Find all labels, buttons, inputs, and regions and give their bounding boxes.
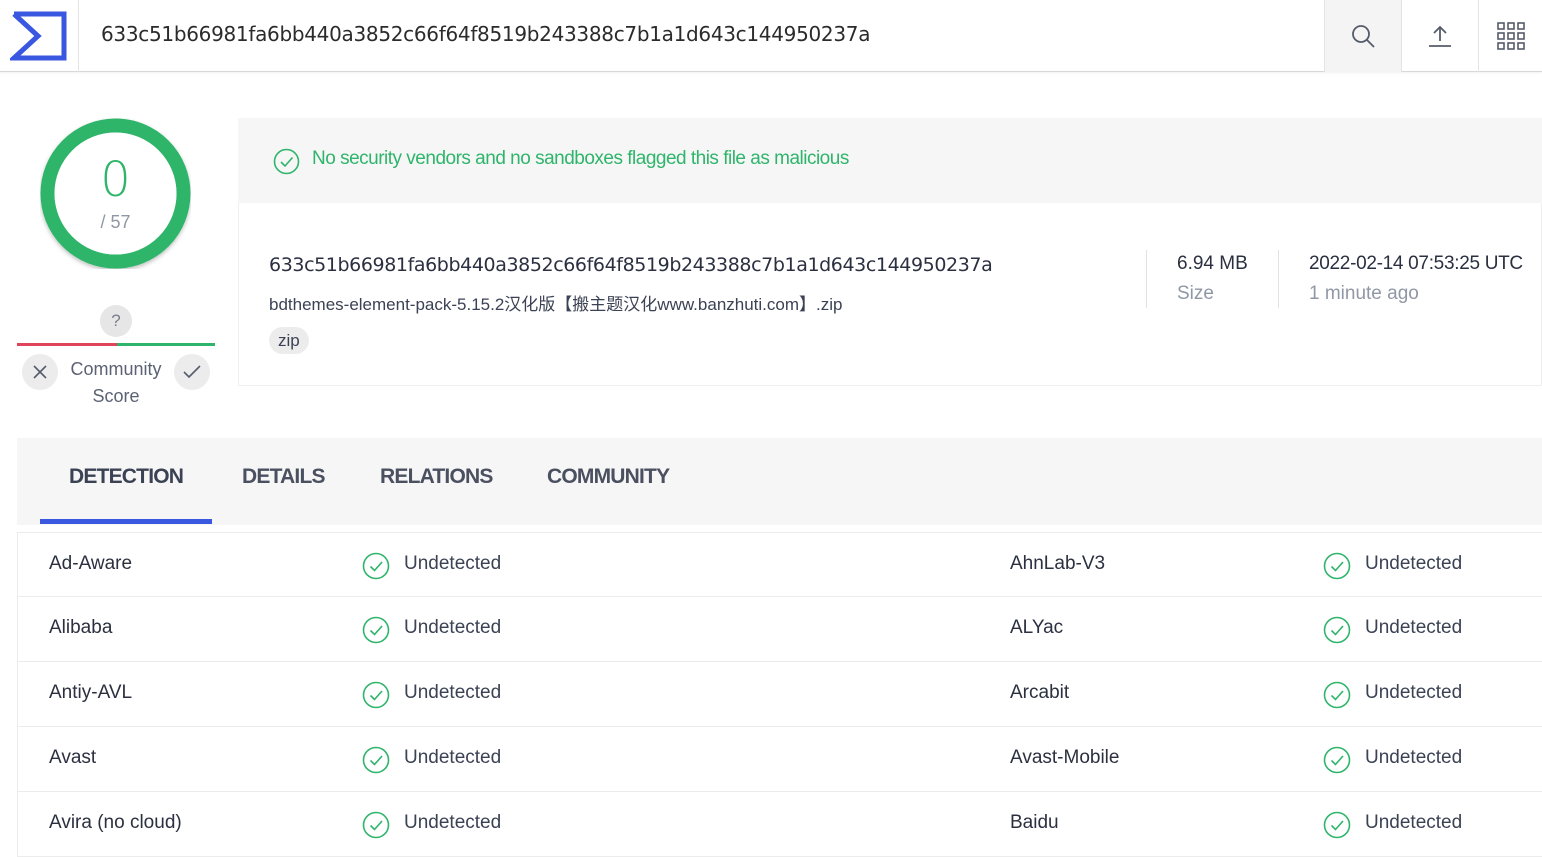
tab-community[interactable]: COMMUNITY <box>547 465 670 489</box>
divider <box>1278 250 1279 308</box>
check-circle-icon <box>273 148 300 175</box>
vendor-name: Avira (no cloud) <box>49 812 182 833</box>
detection-status: Undetected <box>1365 812 1463 833</box>
table-row: Antiy-AVL Undetected Arcabit Undetected <box>18 662 1542 727</box>
community-score-label: Community Score <box>70 359 162 406</box>
vendor-name: Avast-Mobile <box>1010 747 1120 768</box>
community-bar-positive <box>117 343 215 346</box>
table-row: Avira (no cloud) Undetected Baidu Undetecte… <box>18 792 1542 857</box>
check-circle-icon <box>1323 746 1351 779</box>
table-row: Alibaba Undetected ALYac Undetected <box>18 597 1542 662</box>
check-circle-icon <box>362 616 390 649</box>
apps-menu-button[interactable] <box>1478 0 1542 72</box>
vendor-name: Avast <box>49 747 97 768</box>
detection-status: Undetected <box>404 553 502 574</box>
file-size-label: Size <box>1177 283 1214 304</box>
detections-table: Ad-Aware Undetected AhnLab-V3 Undetected Ali… <box>17 532 1542 857</box>
search-button[interactable] <box>1324 0 1401 72</box>
check-circle-icon <box>362 811 390 844</box>
vendor-name: Antiy-AVL <box>49 682 133 703</box>
upload-button[interactable] <box>1401 0 1478 72</box>
vendor-name: Alibaba <box>49 617 113 638</box>
check-circle-icon <box>1323 811 1351 844</box>
verdict-message: No security vendors and no sandboxes fla… <box>312 148 849 169</box>
detection-status: Undetected <box>1365 682 1463 703</box>
search-icon <box>1352 25 1375 48</box>
vendor-name: ALYac <box>1010 617 1064 638</box>
detection-status: Undetected <box>1365 747 1463 768</box>
detection-status: Undetected <box>404 617 502 638</box>
detection-status: Undetected <box>404 812 502 833</box>
community-bar-negative <box>17 343 117 346</box>
detection-status: Undetected <box>1365 553 1463 574</box>
active-tab-indicator <box>40 519 212 524</box>
vendor-name: Arcabit <box>1010 682 1070 703</box>
vote-harmless-button[interactable] <box>174 354 210 390</box>
file-size-value: 6.94 MB <box>1177 253 1248 274</box>
table-row: Avast Undetected Avast-Mobile Undetected <box>18 727 1542 792</box>
top-bar: 633c51b66981fa6bb440a3852c66f64f8519b243… <box>0 0 1542 72</box>
detection-total: / 57 <box>100 212 131 232</box>
detection-count: 0 <box>100 152 131 208</box>
file-name: bdthemes-element-pack-5.15.2汉化版【搬主题汉化www… <box>269 295 843 314</box>
check-circle-icon <box>1323 552 1351 585</box>
community-score-value: ? <box>100 305 132 337</box>
vendor-name: Ad-Aware <box>49 553 133 574</box>
divider <box>1146 250 1147 308</box>
tab-detection[interactable]: DETECTION <box>69 465 184 489</box>
check-circle-icon <box>362 746 390 779</box>
detection-status: Undetected <box>404 747 502 768</box>
file-type-tag[interactable]: zip <box>269 327 309 354</box>
file-hash: 633c51b66981fa6bb440a3852c66f64f8519b243… <box>269 254 993 276</box>
detection-status: Undetected <box>404 682 502 703</box>
analysis-date-value: 2022-02-14 07:53:25 UTC <box>1309 253 1523 274</box>
table-row: Ad-Aware Undetected AhnLab-V3 Undetected <box>18 532 1542 597</box>
tab-details[interactable]: DETAILS <box>242 465 325 489</box>
grid-icon <box>1496 22 1525 50</box>
upload-icon <box>1429 25 1451 47</box>
check-circle-icon <box>1323 616 1351 649</box>
vendor-name: Baidu <box>1010 812 1059 833</box>
check-icon <box>183 365 201 379</box>
virustotal-logo[interactable] <box>0 0 79 72</box>
check-circle-icon <box>362 681 390 714</box>
analysis-date-relative: 1 minute ago <box>1309 283 1419 304</box>
search-input[interactable]: 633c51b66981fa6bb440a3852c66f64f8519b243… <box>101 22 870 46</box>
detection-status: Undetected <box>1365 617 1463 638</box>
vendor-name: AhnLab-V3 <box>1010 553 1106 574</box>
check-circle-icon <box>1323 681 1351 714</box>
check-circle-icon <box>362 552 390 585</box>
close-icon <box>33 365 47 379</box>
tab-relations[interactable]: RELATIONS <box>380 465 493 489</box>
vote-malicious-button[interactable] <box>22 354 58 390</box>
